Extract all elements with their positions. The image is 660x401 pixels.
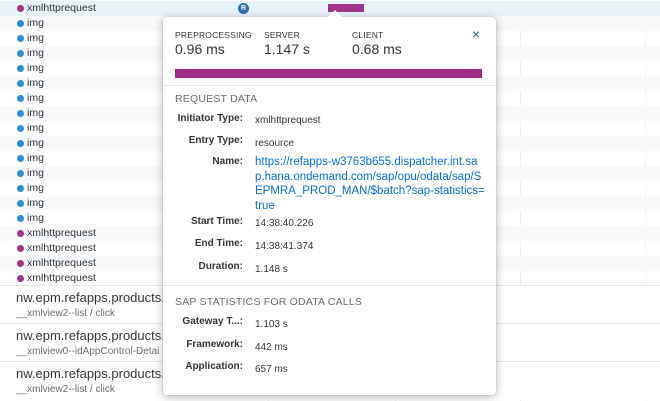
request-type-label: img bbox=[27, 167, 44, 179]
end-time-value: 14:38:41.374 bbox=[255, 241, 314, 252]
interaction-subtitle: __xmlview2--list / click bbox=[16, 308, 115, 319]
framework-value: 442 ms bbox=[255, 342, 288, 353]
request-type-label: xmlhttprequest bbox=[27, 257, 96, 269]
img-type-dot-icon bbox=[17, 155, 24, 162]
request-type-label: img bbox=[27, 47, 44, 59]
gateway-time-label: Gateway T...: bbox=[182, 316, 243, 327]
request-type-label: xmlhttprequest bbox=[27, 272, 96, 284]
xhr-type-dot-icon bbox=[17, 260, 24, 267]
request-type-label: xmlhttprequest bbox=[27, 242, 96, 254]
name-label: Name: bbox=[212, 156, 243, 167]
metric-label: SERVER bbox=[264, 30, 301, 40]
interaction-title: nw.epm.refapps.products.m bbox=[16, 366, 176, 381]
xhr-type-dot-icon bbox=[17, 245, 24, 252]
img-type-dot-icon bbox=[17, 50, 24, 57]
section-title-request-data: REQUEST DATA bbox=[175, 93, 258, 105]
start-time-value: 14:38:40.226 bbox=[255, 218, 314, 229]
request-type-label: img bbox=[27, 212, 44, 224]
img-type-dot-icon bbox=[17, 65, 24, 72]
img-type-dot-icon bbox=[17, 20, 24, 27]
interaction-subtitle: __xmlview2--list / click bbox=[16, 384, 115, 395]
start-time-label: Start Time: bbox=[190, 216, 243, 227]
application-label: Application: bbox=[185, 361, 243, 372]
request-type-label: img bbox=[27, 182, 44, 194]
entry-type-value: resource bbox=[255, 138, 294, 149]
framework-label: Framework: bbox=[186, 339, 243, 350]
request-badge-icon: R bbox=[238, 3, 249, 14]
popover-caret bbox=[328, 10, 342, 17]
request-type-label: img bbox=[27, 92, 44, 104]
timing-bar bbox=[175, 69, 482, 78]
request-type-label: img bbox=[27, 17, 44, 29]
xhr-type-dot-icon bbox=[17, 230, 24, 237]
request-type-label: xmlhttprequest bbox=[27, 227, 96, 239]
img-type-dot-icon bbox=[17, 185, 24, 192]
end-time-label: End Time: bbox=[194, 238, 243, 249]
request-type-label: img bbox=[27, 152, 44, 164]
metric-label: CLIENT bbox=[352, 30, 384, 40]
request-type-label: img bbox=[27, 122, 44, 134]
interaction-title: nw.epm.refapps.products.m bbox=[16, 290, 176, 305]
duration-label: Duration: bbox=[198, 261, 243, 272]
img-type-dot-icon bbox=[17, 140, 24, 147]
gateway-time-value: 1.103 s bbox=[255, 319, 288, 330]
img-type-dot-icon bbox=[17, 200, 24, 207]
request-url-link[interactable]: https://refapps-w3763b655.dispatcher.int… bbox=[255, 155, 487, 213]
request-type-label: img bbox=[27, 32, 44, 44]
img-type-dot-icon bbox=[17, 110, 24, 117]
metric-preprocessing: PREPROCESSING 0.96 ms bbox=[175, 30, 252, 57]
request-type-label: img bbox=[27, 62, 44, 74]
img-type-dot-icon bbox=[17, 35, 24, 42]
xhr-type-dot-icon bbox=[17, 5, 24, 12]
request-type-label: img bbox=[27, 197, 44, 209]
metric-value: 1.147 s bbox=[264, 41, 310, 57]
metric-value: 0.96 ms bbox=[175, 41, 225, 57]
metric-server: SERVER 1.147 s bbox=[264, 30, 310, 57]
img-type-dot-icon bbox=[17, 125, 24, 132]
metric-value: 0.68 ms bbox=[352, 41, 402, 57]
img-type-dot-icon bbox=[17, 95, 24, 102]
img-type-dot-icon bbox=[17, 170, 24, 177]
xhr-type-dot-icon bbox=[17, 275, 24, 282]
request-type-label: img bbox=[27, 137, 44, 149]
interaction-subtitle: __xmlview0--idAppControl-Detai bbox=[16, 346, 160, 357]
duration-value: 1.148 s bbox=[255, 264, 288, 275]
request-type-label: img bbox=[27, 107, 44, 119]
initiator-type-label: Initiator Type: bbox=[177, 113, 243, 124]
metric-label: PREPROCESSING bbox=[175, 30, 252, 40]
entry-type-label: Entry Type: bbox=[188, 135, 243, 146]
section-title-sap-statistics: SAP STATISTICS FOR ODATA CALLS bbox=[175, 296, 363, 308]
request-details-popover: PREPROCESSING 0.96 ms SERVER 1.147 s CLI… bbox=[163, 10, 496, 395]
request-type-label: img bbox=[27, 77, 44, 89]
request-type-label: xmlhttprequest bbox=[27, 2, 96, 14]
divider bbox=[163, 85, 496, 86]
divider bbox=[163, 285, 496, 286]
timing-bar-fill bbox=[175, 69, 482, 78]
img-type-dot-icon bbox=[17, 80, 24, 87]
application-value: 657 ms bbox=[255, 364, 288, 375]
metric-client: CLIENT 0.68 ms bbox=[352, 30, 402, 57]
initiator-type-value: xmlhttprequest bbox=[255, 115, 321, 126]
close-icon[interactable]: × bbox=[472, 26, 480, 42]
interaction-title: nw.epm.refapps.products.m bbox=[16, 328, 176, 343]
img-type-dot-icon bbox=[17, 215, 24, 222]
